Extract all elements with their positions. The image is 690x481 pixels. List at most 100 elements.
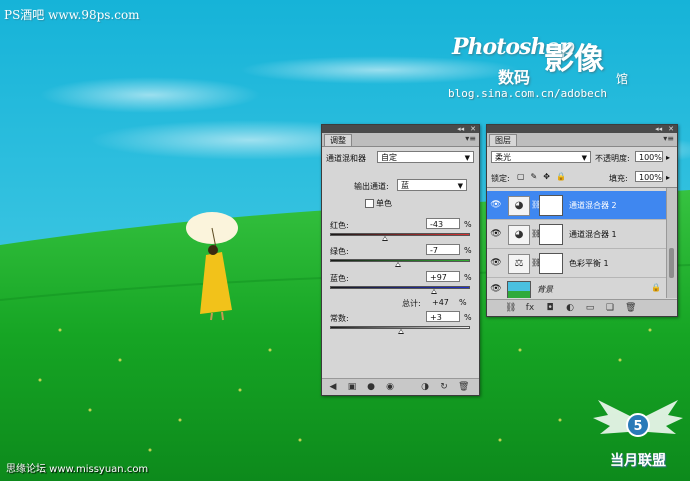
- green-unit: %: [464, 246, 472, 255]
- fill-arrow-icon[interactable]: ▸: [666, 173, 670, 182]
- trash-icon[interactable]: 🗑: [625, 303, 636, 313]
- opacity-arrow-icon[interactable]: ▸: [666, 153, 670, 162]
- link-layers-icon[interactable]: ⛓: [505, 303, 516, 313]
- brand-sub: 数码: [498, 68, 531, 87]
- layers-panel: ◂◂ ✕ 图层 ▾≡ 柔光 ▼ 不透明度: 100% ▸ 锁定: ▢✎✥🔒 填充…: [486, 124, 678, 317]
- red-value-input[interactable]: -43: [426, 218, 460, 229]
- fill-input[interactable]: 100%: [635, 171, 663, 182]
- back-arrow-icon[interactable]: ◀: [328, 382, 338, 392]
- blend-mode-value: 柔光: [495, 153, 511, 162]
- lock-label: 锁定:: [491, 174, 510, 183]
- layer-row[interactable]: 👁 背景 🔒: [487, 278, 667, 298]
- green-label: 绿色:: [330, 247, 349, 256]
- output-channel-select[interactable]: 蓝 ▼: [397, 179, 467, 191]
- adjustments-panel: ◂◂ ✕ 调整 ▾≡ 通道混和器 自定 ▼ 输出通道: 蓝 ▼ 单色 红色: -…: [321, 124, 480, 396]
- blue-slider-thumb[interactable]: [430, 289, 437, 294]
- chevron-down-icon: ▼: [581, 154, 587, 162]
- brand-chinese: 影像: [544, 42, 604, 77]
- opacity-label: 不透明度:: [595, 154, 630, 163]
- tab-layers[interactable]: 图层: [489, 134, 517, 146]
- fx-icon[interactable]: fx: [525, 303, 535, 313]
- panel-menu-icon[interactable]: ▾≡: [465, 134, 476, 143]
- lock-icons[interactable]: ▢✎✥🔒: [517, 172, 572, 181]
- adjust-tabrow: 调整 ▾≡: [322, 133, 479, 147]
- output-channel-label: 输出通道:: [354, 182, 389, 191]
- fill-label: 填充:: [609, 174, 628, 183]
- scrollbar-thumb[interactable]: [669, 248, 674, 278]
- lock-icon: 🔒: [651, 283, 661, 292]
- green-value-input[interactable]: -7: [426, 244, 460, 255]
- layer-mask-thumbnail[interactable]: [539, 224, 563, 245]
- constant-slider-thumb[interactable]: [398, 329, 405, 334]
- monochrome-checkbox[interactable]: [365, 199, 374, 208]
- chevron-down-icon: ▼: [457, 182, 463, 190]
- watermark-top-left: PS酒吧 www.98ps.com: [4, 8, 140, 22]
- blue-slider-track[interactable]: [330, 286, 470, 289]
- background-thumbnail[interactable]: [507, 281, 531, 298]
- red-unit: %: [464, 220, 472, 229]
- previous-state-icon[interactable]: ◑: [420, 382, 430, 392]
- color-balance-icon: ⚖: [508, 254, 530, 274]
- add-mask-icon[interactable]: ◘: [545, 303, 555, 313]
- layer-row[interactable]: 👁 ◕ ⛓ 通道混合器 1: [487, 220, 667, 249]
- visibility-eye-icon[interactable]: ◉: [385, 382, 395, 392]
- clip-layer-icon[interactable]: ●: [366, 382, 376, 392]
- preset-select[interactable]: 自定 ▼: [377, 151, 474, 163]
- chevron-down-icon: ▼: [464, 154, 470, 162]
- adjust-footer: ◀ ▣ ● ◉ ◑ ↻ 🗑: [322, 378, 479, 395]
- layer-name[interactable]: 通道混合器 1: [569, 229, 617, 240]
- channel-mixer-icon: ◕: [508, 225, 530, 245]
- expand-view-icon[interactable]: ▣: [347, 382, 357, 392]
- opacity-input[interactable]: 100%: [635, 151, 663, 162]
- svg-text:5: 5: [633, 419, 642, 434]
- constant-label: 常数:: [330, 314, 349, 323]
- eye-icon[interactable]: 👁: [489, 227, 503, 241]
- total-label: 总计:: [402, 299, 421, 308]
- layer-mask-thumbnail[interactable]: [539, 195, 563, 216]
- watermark-bottom-left: 思缘论坛 www.missyuan.com: [6, 464, 149, 475]
- layer-row[interactable]: 👁 ⚖ ⛓ 色彩平衡 1: [487, 249, 667, 278]
- red-slider-track[interactable]: [330, 233, 470, 236]
- group-folder-icon[interactable]: ▭: [585, 303, 595, 313]
- total-value: +47: [432, 298, 449, 307]
- preset-label: 通道混和器: [326, 154, 366, 163]
- close-icon[interactable]: ✕: [668, 125, 674, 133]
- adjust-titlebar[interactable]: ◂◂ ✕: [322, 125, 479, 133]
- preset-value: 自定: [381, 153, 397, 162]
- collapse-icon[interactable]: ◂◂: [457, 125, 464, 133]
- layers-tabrow: 图层 ▾≡: [487, 133, 677, 147]
- panel-menu-icon[interactable]: ▾≡: [663, 134, 674, 143]
- layers-titlebar[interactable]: ◂◂ ✕: [487, 125, 677, 133]
- close-icon[interactable]: ✕: [470, 125, 476, 133]
- layer-name[interactable]: 背景: [537, 284, 553, 295]
- tab-adjustments[interactable]: 调整: [324, 134, 352, 146]
- trash-icon[interactable]: 🗑: [458, 382, 469, 392]
- collapse-icon[interactable]: ◂◂: [655, 125, 662, 133]
- red-slider-thumb[interactable]: [381, 236, 388, 241]
- eye-icon[interactable]: 👁: [489, 256, 503, 270]
- eye-icon[interactable]: 👁: [489, 282, 503, 296]
- channel-mixer-icon: ◕: [508, 196, 530, 216]
- layer-mask-thumbnail[interactable]: [539, 253, 563, 274]
- layer-row[interactable]: 👁 ◕ ⛓ 通道混合器 2: [487, 191, 667, 220]
- blue-unit: %: [464, 273, 472, 282]
- layers-list: 👁 ◕ ⛓ 通道混合器 2 👁 ◕ ⛓ 通道混合器 1 👁 ⚖ ⛓ 色彩平衡 1…: [487, 187, 677, 298]
- output-channel-value: 蓝: [401, 181, 409, 190]
- red-label: 红色:: [330, 221, 349, 230]
- constant-value-input[interactable]: +3: [426, 311, 460, 322]
- monochrome-label: 单色: [376, 199, 392, 208]
- layer-name[interactable]: 色彩平衡 1: [569, 258, 609, 269]
- constant-unit: %: [464, 313, 472, 322]
- new-layer-icon[interactable]: ❏: [605, 303, 615, 313]
- layer-name[interactable]: 通道混合器 2: [569, 200, 617, 211]
- reset-icon[interactable]: ↻: [439, 382, 449, 392]
- blue-value-input[interactable]: +97: [426, 271, 460, 282]
- total-unit: %: [459, 298, 467, 307]
- blend-mode-select[interactable]: 柔光 ▼: [491, 151, 591, 163]
- adjustment-layer-icon[interactable]: ◐: [565, 303, 575, 313]
- green-slider-thumb[interactable]: [394, 262, 401, 267]
- layers-footer: ⛓ fx ◘ ◐ ▭ ❏ 🗑: [487, 299, 677, 316]
- eye-icon[interactable]: 👁: [489, 198, 503, 212]
- logo-text: 当月联盟: [610, 453, 666, 469]
- layers-scrollbar[interactable]: [666, 188, 677, 298]
